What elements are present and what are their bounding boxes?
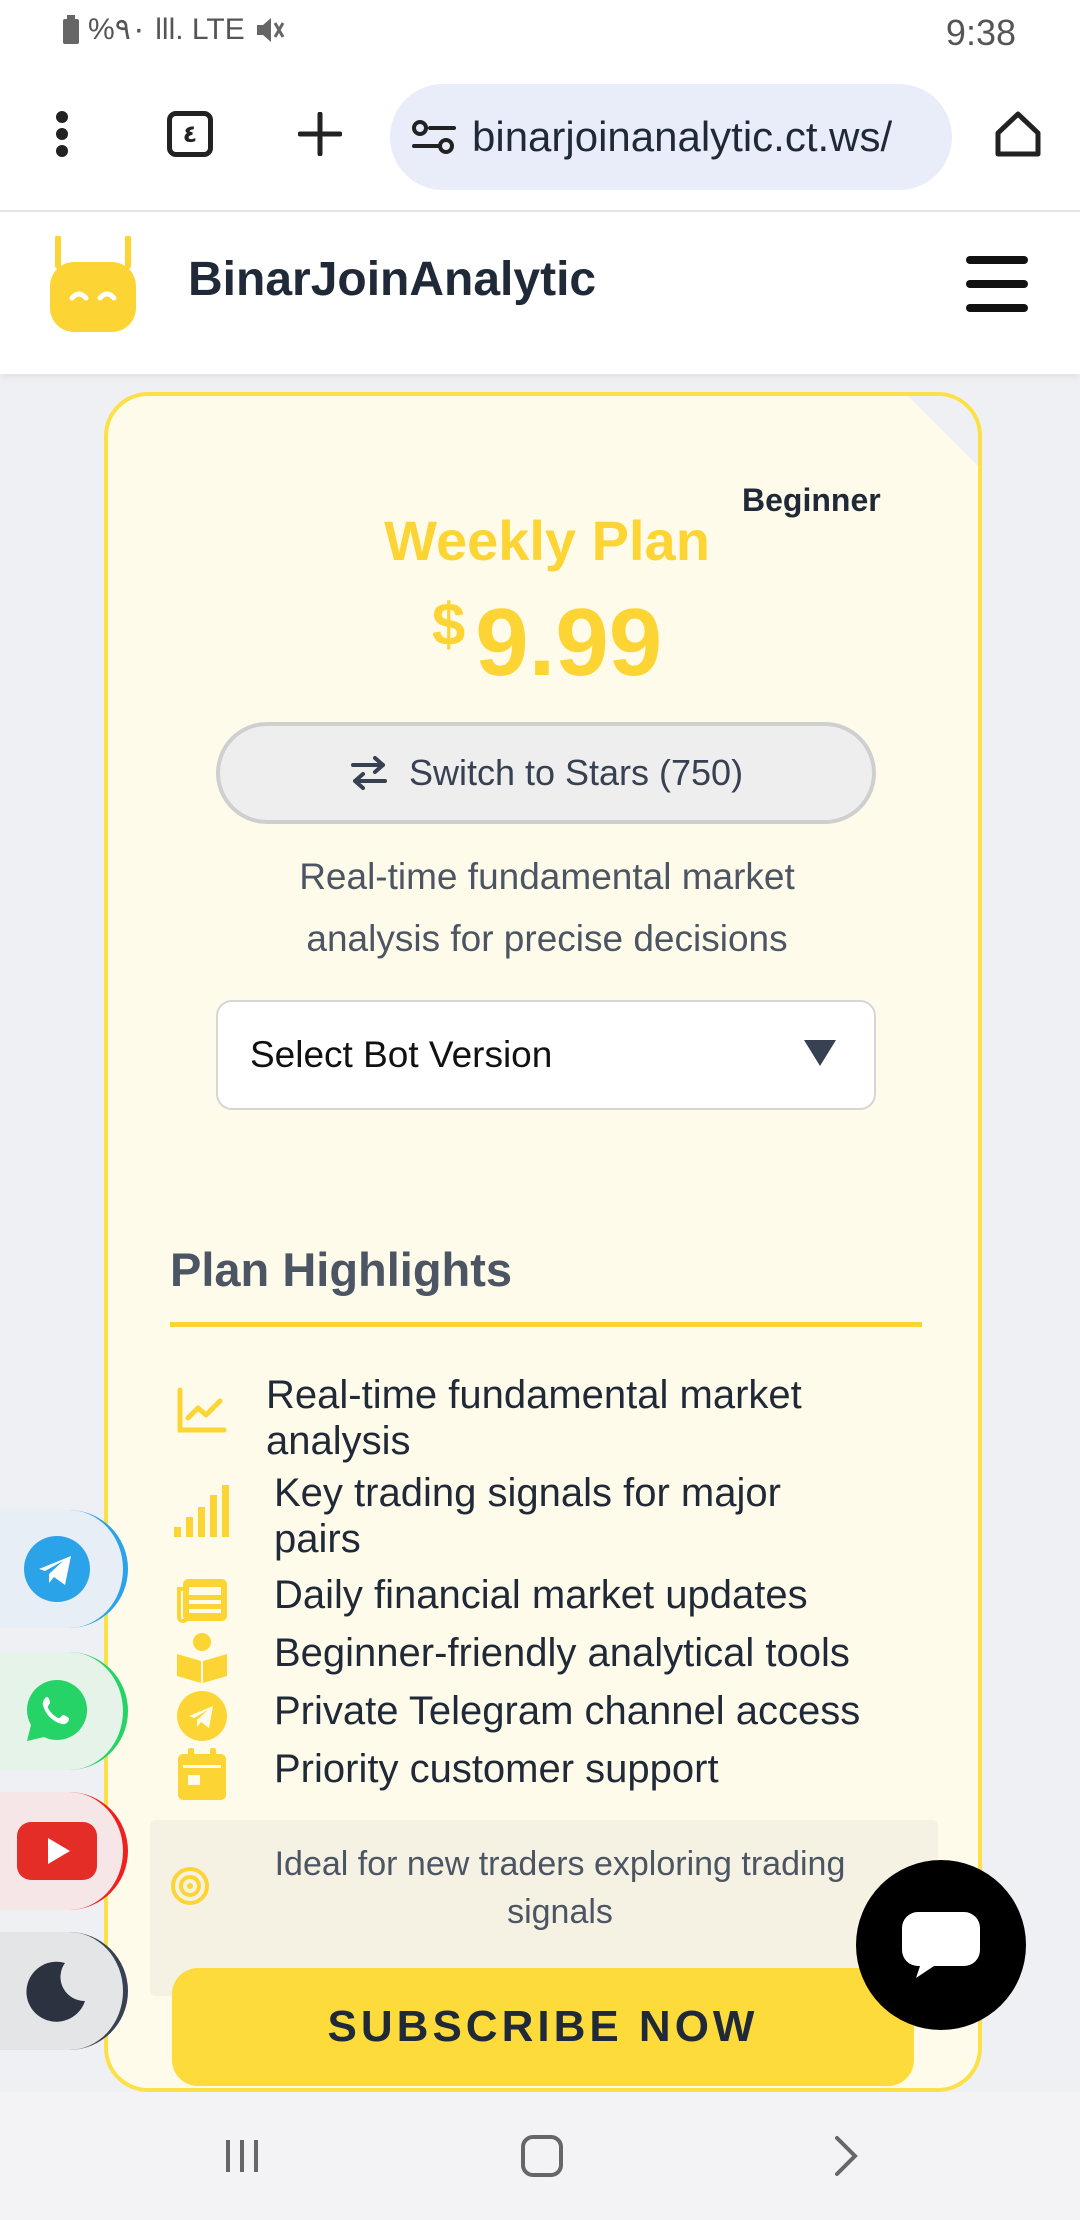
calendar-icon bbox=[170, 1746, 234, 1802]
status-text: %٩٠ lll. LTE bbox=[88, 13, 245, 46]
chart-line-icon bbox=[170, 1382, 234, 1438]
switch-currency-label: Switch to Stars (750) bbox=[408, 752, 744, 793]
telegram-icon bbox=[170, 1688, 234, 1744]
status-bar: %٩٠ lll. LTE 9:38 bbox=[0, 0, 1080, 64]
select-label: Select Bot Version bbox=[250, 1034, 553, 1075]
brand-name[interactable]: BinarJoinAnalytic bbox=[188, 252, 596, 307]
mute-icon bbox=[256, 17, 285, 42]
tabs-icon: ٤ bbox=[167, 111, 213, 157]
plus-icon bbox=[298, 112, 342, 156]
chat-bubble-icon bbox=[902, 1912, 980, 1978]
highlights-divider bbox=[170, 1322, 922, 1327]
system-nav-bar bbox=[0, 2092, 1080, 2220]
youtube-float-button[interactable] bbox=[0, 1792, 128, 1910]
newspaper-icon bbox=[170, 1572, 234, 1628]
address-bar[interactable]: binarjoinanalytic.ct.ws/ bbox=[390, 84, 952, 190]
home-icon bbox=[995, 111, 1041, 157]
plan-title: Weekly Plan bbox=[384, 509, 710, 572]
target-icon bbox=[170, 1866, 210, 1911]
switch-currency-button[interactable]: Switch to Stars (750) bbox=[216, 722, 876, 824]
bot-logo[interactable] bbox=[50, 235, 136, 334]
feature-item: Daily financial market updates bbox=[170, 1572, 808, 1628]
plan-description: Real-time fundamental market analysis fo… bbox=[299, 856, 795, 959]
whatsapp-icon bbox=[26, 1679, 87, 1741]
feature-text: Key trading signals for major pairs bbox=[274, 1471, 781, 1561]
feature-text: Private Telegram channel access bbox=[274, 1689, 861, 1733]
back-button[interactable] bbox=[816, 2126, 876, 2186]
status-icons: %٩٠ lll. LTE bbox=[62, 12, 285, 47]
kebab-menu-icon bbox=[56, 111, 68, 157]
recent-apps-button[interactable] bbox=[212, 2126, 272, 2186]
recent-apps-icon bbox=[226, 2140, 258, 2172]
bot-version-select[interactable]: Select Bot Version bbox=[216, 1000, 876, 1110]
browser-toolbar: ٤ binarjoinanalytic.ct.ws/ bbox=[0, 64, 1080, 212]
card-corner bbox=[908, 396, 978, 466]
ideal-for-text: Ideal for new traders exploring trading … bbox=[274, 1845, 846, 1931]
feature-item: Real-time fundamental market analysis bbox=[170, 1372, 866, 1464]
pricing-card: Beginner Weekly Plan $9.99 Switch to Sta… bbox=[104, 392, 982, 2092]
highlights-title: Plan Highlights bbox=[170, 1243, 513, 1296]
home-square-icon bbox=[521, 2135, 563, 2177]
chat-button[interactable] bbox=[856, 1860, 1026, 2030]
signal-bars-icon bbox=[170, 1482, 234, 1538]
youtube-icon bbox=[16, 1822, 97, 1880]
clock: 9:38 bbox=[945, 12, 1016, 53]
price-currency: $ bbox=[431, 591, 466, 658]
subscribe-button[interactable]: SUBSCRIBE NOW bbox=[172, 1968, 914, 2086]
telegram-icon bbox=[23, 1536, 90, 1602]
caret-down-icon bbox=[804, 1040, 836, 1066]
more-options-button[interactable] bbox=[22, 94, 102, 174]
telegram-float-button[interactable] bbox=[0, 1510, 128, 1628]
chevron-right-icon bbox=[835, 2136, 858, 2176]
plan-price: $9.99 bbox=[108, 588, 978, 698]
whatsapp-float-button[interactable] bbox=[0, 1652, 128, 1770]
feature-item: Priority customer support bbox=[170, 1746, 719, 1802]
moon-icon bbox=[25, 1961, 85, 2022]
feature-item: Private Telegram channel access bbox=[170, 1688, 860, 1744]
feature-text: Priority customer support bbox=[274, 1747, 719, 1791]
new-tab-button[interactable] bbox=[280, 94, 360, 174]
battery-icon bbox=[63, 14, 79, 44]
url-text: binarjoinanalytic.ct.ws/ bbox=[472, 113, 893, 160]
home-nav-button[interactable] bbox=[512, 2126, 572, 2186]
feature-text: Real-time fundamental market analysis bbox=[266, 1373, 802, 1463]
site-settings-icon bbox=[412, 120, 456, 154]
tab-count: ٤ bbox=[182, 120, 198, 148]
home-button[interactable] bbox=[978, 94, 1058, 174]
price-amount: 9.99 bbox=[475, 589, 663, 696]
hamburger-menu-icon[interactable] bbox=[966, 256, 1028, 312]
site-header: BinarJoinAnalytic bbox=[0, 212, 1080, 374]
feature-text: Beginner-friendly analytical tools bbox=[274, 1631, 850, 1675]
exchange-icon bbox=[350, 756, 387, 790]
feature-item: Beginner-friendly analytical tools bbox=[170, 1630, 850, 1686]
book-reader-icon bbox=[170, 1630, 234, 1686]
feature-text: Daily financial market updates bbox=[274, 1573, 808, 1617]
feature-item: Key trading signals for major pairs bbox=[170, 1470, 874, 1562]
dark-mode-toggle[interactable] bbox=[0, 1932, 128, 2050]
tab-switcher-button[interactable]: ٤ bbox=[150, 94, 230, 174]
